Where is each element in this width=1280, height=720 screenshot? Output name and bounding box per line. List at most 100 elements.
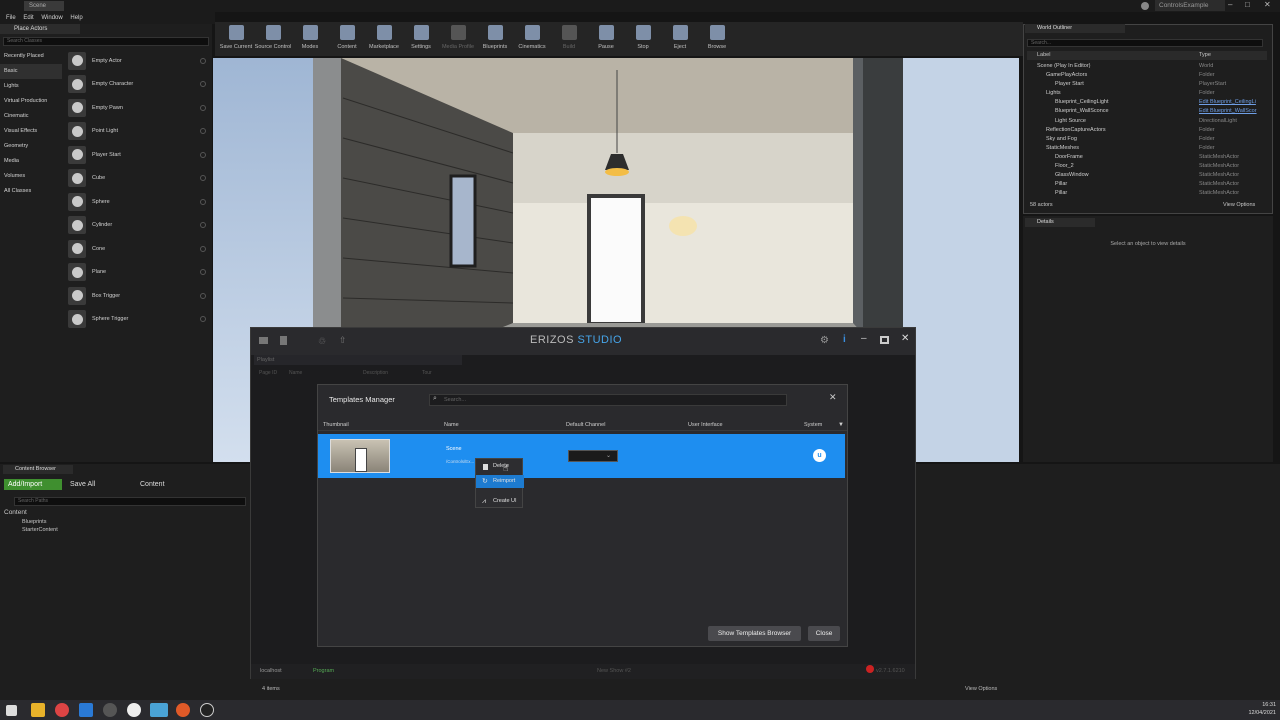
actor-item[interactable]: Empty Character	[64, 73, 210, 97]
window-maximize-icon[interactable]	[880, 336, 889, 344]
category-item[interactable]: Volumes	[0, 169, 62, 184]
outliner-search-input[interactable]: Search...	[1027, 39, 1263, 47]
search-paths-input[interactable]: Search Paths	[14, 497, 246, 506]
menu-edit[interactable]: Edit	[23, 15, 33, 21]
outliner-row[interactable]: Blueprint_WallSconce Edit Blueprint_WallS…	[1027, 107, 1267, 116]
info-icon[interactable]	[200, 151, 206, 158]
close-button[interactable]: Close	[808, 626, 840, 641]
info-icon[interactable]	[200, 57, 206, 64]
windows-start-icon[interactable]	[6, 705, 17, 716]
dialog-close-icon[interactable]: ✕	[829, 392, 837, 403]
toolbar-button-9[interactable]: Build	[552, 22, 586, 56]
col-type[interactable]: Type	[1199, 51, 1211, 60]
col-default-channel[interactable]: Default Channel	[566, 419, 605, 431]
outliner-row[interactable]: Light Source DirectionalLight	[1027, 117, 1267, 126]
outliner-row[interactable]: Pillar StaticMeshActor	[1027, 180, 1267, 189]
info-icon[interactable]	[200, 316, 206, 323]
category-item[interactable]: Cinematic	[0, 109, 62, 124]
toolbar-button-10[interactable]: Pause	[589, 22, 623, 56]
outliner-view-options[interactable]: View Options	[1223, 200, 1255, 210]
info-icon[interactable]	[200, 245, 206, 252]
category-item[interactable]: Basic	[0, 64, 62, 79]
actor-item[interactable]: Sphere	[64, 190, 210, 214]
menu-file[interactable]: File	[6, 15, 16, 21]
browser-icon[interactable]	[127, 703, 141, 717]
actor-item[interactable]: Empty Actor	[64, 49, 210, 73]
window-close-icon[interactable]: ✕	[901, 333, 909, 344]
place-actors-tab[interactable]: Place Actors	[0, 24, 80, 34]
outliner-row[interactable]: Scene (Play In Editor) World	[1027, 62, 1267, 71]
menu-help[interactable]: Help	[70, 15, 82, 21]
vscode-icon[interactable]	[79, 703, 93, 717]
close-icon[interactable]: ✕	[1264, 0, 1271, 9]
outliner-row-type[interactable]: Edit Blueprint_WallScor	[1199, 107, 1257, 116]
col-template-name[interactable]: Name	[444, 419, 459, 431]
actor-item[interactable]: Plane	[64, 261, 210, 285]
info-icon[interactable]	[200, 128, 206, 135]
outliner-row[interactable]: Pillar StaticMeshActor	[1027, 189, 1267, 198]
brave-icon[interactable]	[176, 703, 190, 717]
templates-search-input[interactable]: Search...	[429, 394, 787, 406]
gear-icon[interactable]: ⚙	[820, 335, 829, 346]
actor-item[interactable]: Cylinder	[64, 214, 210, 238]
toolbar-button-8[interactable]: Cinematics	[515, 22, 549, 56]
outliner-row[interactable]: GamePlayActors Folder	[1027, 71, 1267, 80]
toolbar-button-0[interactable]: Save Current	[219, 22, 253, 56]
info-icon[interactable]	[200, 198, 206, 205]
outliner-row[interactable]: Player Start PlayerStart	[1027, 80, 1267, 89]
window-minimize-icon[interactable]: –	[861, 333, 867, 344]
info-icon[interactable]	[200, 175, 206, 182]
toolbar-button-2[interactable]: Modes	[293, 22, 327, 56]
save-all-button[interactable]: Save All	[70, 479, 110, 490]
outliner-row[interactable]: Sky and Fog Folder	[1027, 135, 1267, 144]
actor-item[interactable]: Cone	[64, 237, 210, 261]
context-reimport[interactable]: ↻ Reimport	[476, 475, 524, 488]
category-item[interactable]: Visual Effects	[0, 124, 62, 139]
unreal-taskbar-icon[interactable]	[200, 703, 214, 717]
folder-icon[interactable]	[259, 337, 268, 344]
outliner-row[interactable]: StaticMeshes Folder	[1027, 144, 1267, 153]
category-item[interactable]: Recently Placed	[0, 49, 62, 64]
minimize-icon[interactable]: –	[1228, 0, 1232, 9]
toolbar-button-7[interactable]: Blueprints	[478, 22, 512, 56]
details-tab[interactable]: Details	[1025, 218, 1095, 227]
outliner-row[interactable]: DoorFrame StaticMeshActor	[1027, 153, 1267, 162]
content-browser-tab[interactable]: Content Browser	[3, 465, 73, 474]
level-tab[interactable]: Scene	[24, 1, 64, 11]
toolbar-button-1[interactable]: Source Control	[255, 22, 291, 56]
actor-item[interactable]: Box Trigger	[64, 284, 210, 308]
chrome-icon[interactable]	[55, 703, 69, 717]
col-system[interactable]: System	[804, 419, 822, 431]
context-delete[interactable]: Delete	[476, 460, 524, 473]
category-item[interactable]: All Classes	[0, 184, 62, 199]
outliner-row-type[interactable]: Edit Blueprint_CeilingLi	[1199, 98, 1256, 107]
file-explorer-icon[interactable]	[31, 703, 45, 717]
toolbar-button-6[interactable]: Media Profile	[441, 22, 475, 56]
folder-starter-content[interactable]: StarterContent	[4, 526, 244, 535]
toolbar-button-11[interactable]: Stop	[626, 22, 660, 56]
add-import-button[interactable]: Add/Import	[4, 479, 62, 490]
host-select[interactable]: localhost	[260, 664, 282, 679]
category-item[interactable]: Media	[0, 154, 62, 169]
actor-item[interactable]: Cube	[64, 167, 210, 191]
actor-item[interactable]: Player Start	[64, 143, 210, 167]
content-path-breadcrumb[interactable]: Content	[140, 479, 200, 490]
show-templates-browser-button[interactable]: Show Templates Browser	[708, 626, 801, 641]
upload-icon[interactable]: ⇧	[339, 335, 347, 346]
context-create-ui[interactable]: ⩘ Create UI	[476, 495, 524, 508]
app-icon[interactable]	[103, 703, 117, 717]
category-item[interactable]: Geometry	[0, 139, 62, 154]
world-outliner-tab[interactable]: World Outliner	[1025, 24, 1125, 33]
toolbar-button-5[interactable]: Settings	[404, 22, 438, 56]
actor-item[interactable]: Point Light	[64, 120, 210, 144]
playlist-select[interactable]: Playlist	[254, 355, 462, 365]
outliner-row[interactable]: Blueprint_CeilingLight Edit Blueprint_Cei…	[1027, 98, 1267, 107]
info-icon[interactable]	[200, 222, 206, 229]
toolbar-button-4[interactable]: Marketplace	[367, 22, 401, 56]
toolbar-button-12[interactable]: Eject	[663, 22, 697, 56]
toolbar-button-13[interactable]: Browse	[700, 22, 734, 56]
menu-window[interactable]: Window	[41, 15, 62, 21]
info-icon[interactable]	[200, 292, 206, 299]
maximize-icon[interactable]: □	[1245, 0, 1250, 9]
toolbar-button-3[interactable]: Content	[330, 22, 364, 56]
